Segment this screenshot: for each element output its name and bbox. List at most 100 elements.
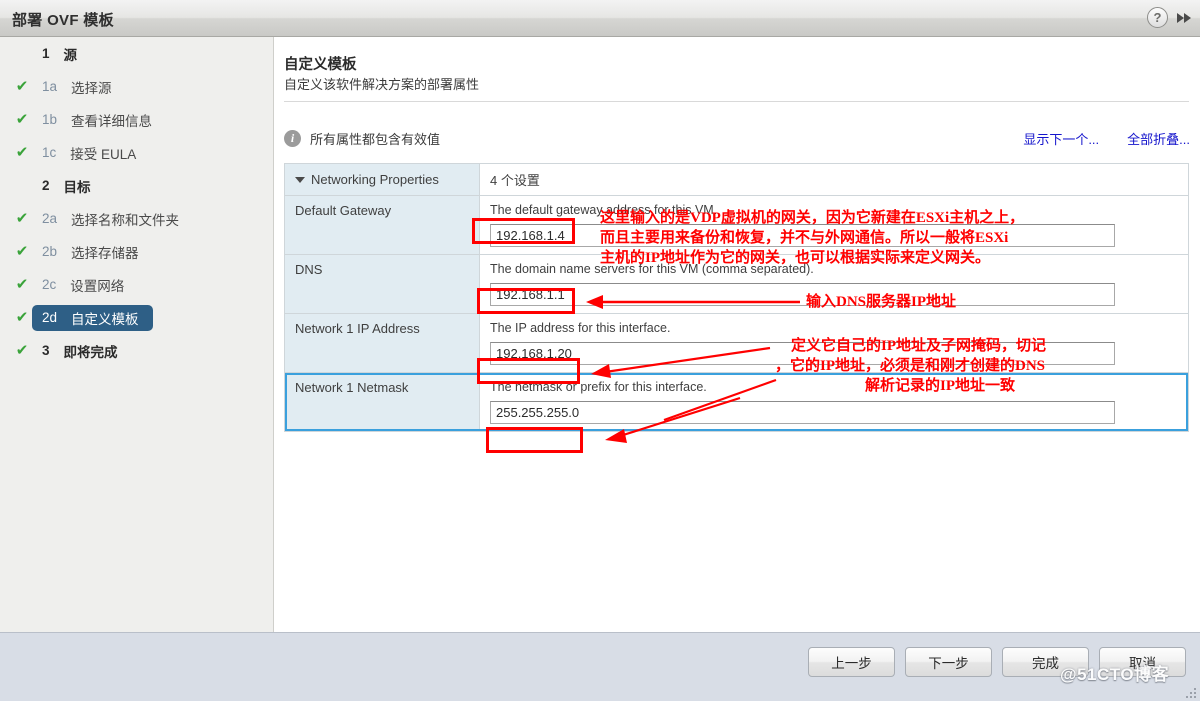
property-name-cell: Default Gateway [285, 196, 480, 254]
property-name: Default Gateway [295, 203, 392, 218]
deploy-ovf-template-dialog: 部署 OVF 模板 ? 1 源 ✔ 1a 选择源 ✔ 1b 查看详细信息 ✔ 1c 接受 EULA 2… [0, 0, 1200, 701]
main-content: 自定义模板 自定义该软件解决方案的部署属性 i 所有属性都包含有效值 显示下一个… [275, 37, 1200, 632]
property-description: The domain name servers for this VM (com… [490, 262, 814, 276]
sidebar-item-2c[interactable]: ✔ 2c 设置网络 [0, 268, 273, 301]
sidebar-item-number: 2c [42, 277, 57, 292]
sidebar-item-pill: 2b 选择存储器 [32, 239, 153, 265]
check-icon: ✔ [15, 111, 29, 128]
double-chevron-right-icon[interactable] [1175, 11, 1193, 25]
property-group-row[interactable]: Networking Properties 4 个设置 [285, 164, 1188, 196]
wizard-steps-sidebar: 1 源 ✔ 1a 选择源 ✔ 1b 查看详细信息 ✔ 1c 接受 EULA 2 目标 ✔ 2a 选择名称和文件… [0, 37, 274, 632]
sidebar-item-number: 1b [42, 112, 58, 127]
page-title: 自定义模板 [284, 57, 357, 73]
sidebar-item-2a[interactable]: ✔ 2a 选择名称和文件夹 [0, 202, 273, 235]
property-name-cell: DNS [285, 255, 480, 313]
show-next-link[interactable]: 显示下一个... [1023, 129, 1099, 148]
titlebar-icons: ? [1147, 7, 1193, 28]
check-icon: ✔ [15, 210, 29, 227]
sidebar-item-number: 2 [42, 178, 50, 193]
collapse-all-link[interactable]: 全部折叠... [1127, 129, 1190, 148]
property-name-cell: Network 1 IP Address [285, 314, 480, 372]
property-name: Network 1 IP Address [295, 321, 420, 336]
sidebar-item-3[interactable]: ✔ 3 即将完成 [0, 334, 273, 367]
check-icon: ✔ [15, 144, 29, 161]
resize-grip[interactable] [1184, 686, 1196, 698]
sidebar-item-pill: 2c 设置网络 [32, 272, 138, 298]
property-rows: Default Gateway The default gateway addre… [285, 196, 1188, 431]
sidebar-item-label: 选择名称和文件夹 [71, 212, 180, 228]
sidebar-item-label: 选择源 [71, 80, 112, 96]
property-row[interactable]: Network 1 Netmask The netmask or prefix f… [285, 373, 1188, 431]
sidebar-item-label: 查看详细信息 [71, 113, 153, 129]
sidebar-item-label: 即将完成 [63, 344, 118, 360]
sidebar-item-number: 2b [42, 244, 58, 259]
sidebar-item-pill: 1源 [32, 41, 91, 67]
check-icon: ✔ [15, 342, 29, 359]
property-group-summary: 4 个设置 [490, 173, 540, 188]
sidebar-item-pill: 1c 接受 EULA [32, 140, 150, 166]
sidebar-item-number: 1a [42, 79, 58, 94]
property-value-input[interactable] [490, 401, 1115, 424]
property-row[interactable]: Network 1 IP Address The IP address for t… [285, 314, 1188, 373]
window-titlebar: 部署 OVF 模板 ? [0, 0, 1200, 37]
sidebar-item-number: 1 [42, 46, 50, 61]
window-title: 部署 OVF 模板 [12, 12, 114, 29]
back-button[interactable]: 上一步 [808, 647, 895, 677]
sidebar-item-pill: 3 即将完成 [32, 338, 132, 364]
check-icon: ✔ [15, 309, 29, 326]
sidebar-item-1b[interactable]: ✔ 1b 查看详细信息 [0, 103, 273, 136]
property-row[interactable]: DNS The domain name servers for this VM (… [285, 255, 1188, 314]
property-group-name-cell[interactable]: Networking Properties [285, 164, 480, 195]
sidebar-item-2[interactable]: 2 目标 [0, 169, 273, 202]
property-description: The IP address for this interface. [490, 321, 671, 335]
sidebar-item-number: 1c [42, 145, 57, 160]
property-name: DNS [295, 262, 323, 277]
check-icon: ✔ [15, 276, 29, 293]
property-name-cell: Network 1 Netmask [285, 373, 480, 431]
property-row[interactable]: Default Gateway The default gateway addre… [285, 196, 1188, 255]
cancel-button[interactable]: 取消 [1099, 647, 1186, 677]
info-icon: i [284, 130, 301, 147]
sidebar-item-label: 设置网络 [70, 278, 125, 294]
finish-button[interactable]: 完成 [1002, 647, 1089, 677]
property-group-summary-cell: 4 个设置 [480, 164, 1188, 195]
property-value-input[interactable] [490, 342, 1115, 365]
sidebar-item-label: 自定义模板 [71, 311, 139, 327]
property-value-input[interactable] [490, 224, 1115, 247]
sidebar-item-2d[interactable]: ✔ 2d 自定义模板 [0, 301, 273, 334]
sidebar-item-pill: 2a 选择名称和文件夹 [32, 206, 193, 232]
wizard-step-list: 1 源 ✔ 1a 选择源 ✔ 1b 查看详细信息 ✔ 1c 接受 EULA 2 目标 ✔ 2a 选择名称和文件… [0, 37, 273, 367]
sidebar-item-number: 2a [42, 211, 58, 226]
property-value-cell: The netmask or prefix for this interface… [480, 373, 1188, 431]
sidebar-item-2b[interactable]: ✔ 2b 选择存储器 [0, 235, 273, 268]
property-value-cell: The default gateway address for this VM. [480, 196, 1188, 254]
page-subtitle: 自定义该软件解决方案的部署属性 [284, 77, 480, 92]
sidebar-item-1a[interactable]: ✔ 1a 选择源 [0, 70, 273, 103]
property-description: The netmask or prefix for this interface… [490, 380, 707, 394]
sidebar-item-number: 3 [42, 343, 50, 358]
validation-message-text: 所有属性都包含有效值 [310, 132, 441, 147]
sidebar-item-pill: 2d 自定义模板 [32, 304, 153, 331]
property-value-cell: The domain name servers for this VM (com… [480, 255, 1188, 313]
sidebar-item-number: 2d [42, 310, 58, 325]
help-circle-icon[interactable]: ? [1147, 7, 1168, 28]
property-value-input[interactable] [490, 283, 1115, 306]
property-description: The default gateway address for this VM. [490, 203, 718, 217]
dialog-footer: 上一步 下一步 完成 取消 [0, 632, 1200, 701]
property-value-cell: The IP address for this interface. [480, 314, 1188, 372]
next-button[interactable]: 下一步 [905, 647, 992, 677]
sidebar-item-label: 源 [63, 47, 78, 63]
validation-message: i 所有属性都包含有效值 [284, 129, 440, 148]
footer-button-bar: 上一步 下一步 完成 取消 [808, 647, 1186, 677]
sidebar-item-pill: 1b 查看详细信息 [32, 107, 166, 133]
sidebar-item-1c[interactable]: ✔ 1c 接受 EULA [0, 136, 273, 169]
properties-table: Networking Properties 4 个设置 Default Gate… [284, 163, 1189, 432]
sidebar-item-1[interactable]: 1源 [0, 37, 273, 70]
property-name: Network 1 Netmask [295, 380, 409, 395]
caret-down-icon[interactable] [295, 176, 305, 183]
check-icon: ✔ [15, 243, 29, 260]
sidebar-item-label: 接受 EULA [70, 146, 137, 162]
property-group-label: Networking Properties [311, 172, 439, 187]
sidebar-item-pill: 2 目标 [32, 173, 105, 199]
sidebar-item-label: 目标 [63, 179, 91, 195]
